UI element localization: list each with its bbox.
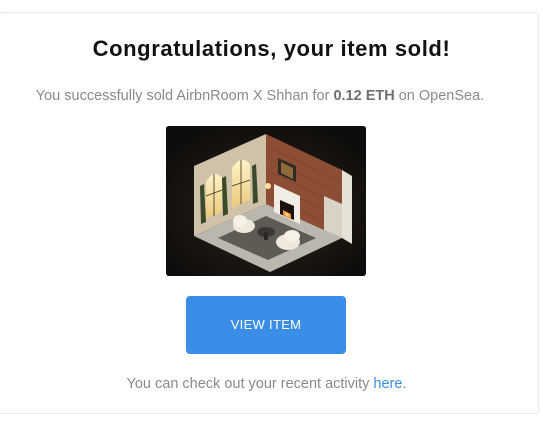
view-item-button[interactable]: VIEW ITEM	[186, 296, 346, 354]
footer-text-prefix: You can check out your recent activity	[126, 376, 374, 392]
isometric-room-illustration	[166, 126, 366, 276]
footer-text-suffix: .	[402, 376, 407, 392]
footer-text: You can check out your recent activity h…	[0, 374, 533, 394]
sale-price: 0.12 ETH	[333, 88, 395, 104]
sale-summary: You successfully sold AirbnRoom X Shhan …	[0, 86, 520, 106]
sale-summary-prefix: You successfully sold AirbnRoom X Shhan …	[35, 88, 334, 104]
activity-here-link[interactable]: here	[373, 376, 402, 392]
sale-summary-suffix: on OpenSea.	[394, 88, 485, 104]
page-title: Congratulations, your item sold!	[92, 36, 451, 61]
item-image[interactable]	[166, 126, 366, 276]
